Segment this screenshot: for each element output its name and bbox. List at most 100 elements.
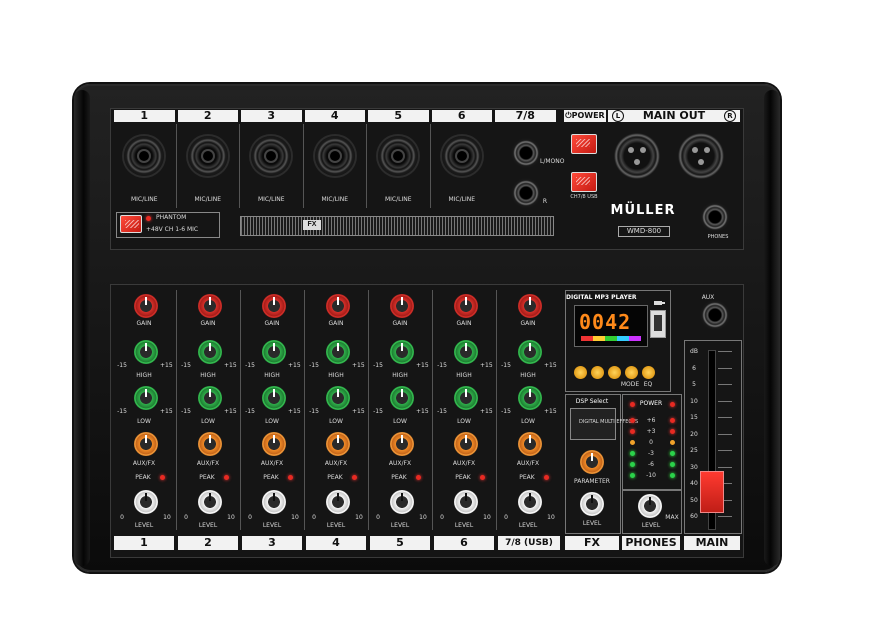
low-eq-knob-7[interactable] <box>518 386 542 410</box>
high-eq-knob-2[interactable] <box>198 340 222 364</box>
phantom-power-switch[interactable] <box>120 215 142 233</box>
low-eq-knob-6[interactable] <box>454 386 478 410</box>
gain-knob-6[interactable] <box>454 294 478 318</box>
level-knob-1[interactable] <box>134 490 158 514</box>
combo-input-jack-2[interactable] <box>187 136 228 176</box>
mp3-next-button[interactable] <box>608 366 621 379</box>
aux-fx-knob-4[interactable] <box>326 432 350 456</box>
aux-fx-knob-5[interactable] <box>390 432 414 456</box>
jack-socket-icon <box>393 151 403 161</box>
aux-fx-knob-3[interactable] <box>262 432 286 456</box>
mp3-mode-label: MODE <box>620 381 640 388</box>
aux-fx-knob-7[interactable] <box>518 432 542 456</box>
phones-level-knob[interactable] <box>638 494 662 518</box>
strip-divider <box>176 290 177 530</box>
eq-min-label: -15 <box>373 408 383 415</box>
line-in-r-jack[interactable] <box>511 178 541 208</box>
high-label: HIGH <box>456 372 472 379</box>
high-label: HIGH <box>264 372 280 379</box>
mp3-mode-button[interactable] <box>625 366 638 379</box>
level-knob-2[interactable] <box>198 490 222 514</box>
peak-label: PEAK <box>135 474 151 481</box>
aux-input-jack[interactable] <box>700 300 730 330</box>
gain-knob-3[interactable] <box>262 294 286 318</box>
dsp-parameter-label: PARAMETER <box>574 478 610 485</box>
level-knob-4[interactable] <box>326 490 350 514</box>
combo-input-jack-6[interactable] <box>441 136 482 176</box>
fader-tick <box>718 466 732 468</box>
mic-line-label-6: MIC/LINE <box>448 196 476 203</box>
main-out-r-xlr[interactable] <box>678 133 724 179</box>
meter-led-left <box>630 429 635 434</box>
high-eq-knob-6[interactable] <box>454 340 478 364</box>
usb-port[interactable] <box>650 310 666 338</box>
eq-max-label: +15 <box>288 362 301 369</box>
low-eq-knob-2[interactable] <box>198 386 222 410</box>
combo-input-jack-1[interactable] <box>124 136 164 176</box>
level-knob-7[interactable] <box>518 490 542 514</box>
high-eq-knob-7[interactable] <box>518 340 542 364</box>
eq-max-label: +15 <box>352 362 365 369</box>
dsp-parameter-knob[interactable] <box>580 450 604 474</box>
combo-input-jack-4[interactable] <box>314 136 355 176</box>
power-switch[interactable] <box>571 134 597 154</box>
level-knob-3[interactable] <box>262 490 286 514</box>
eq-max-label: +15 <box>544 408 557 415</box>
fx-level-knob[interactable] <box>580 492 604 516</box>
meter-led-left <box>630 462 635 467</box>
low-eq-knob-3[interactable] <box>262 386 286 410</box>
level-label: LEVEL <box>454 522 474 529</box>
eq-max-label: +15 <box>416 408 429 415</box>
eq-max-label: +15 <box>352 408 365 415</box>
dsp-selector[interactable]: DIGITAL MULTI EFFECTS <box>570 408 638 440</box>
mp3-prev-button[interactable] <box>574 366 587 379</box>
level-knob-6[interactable] <box>454 490 478 514</box>
gain-knob-5[interactable] <box>390 294 414 318</box>
bottom-label-3: 3 <box>242 536 302 550</box>
high-eq-knob-4[interactable] <box>326 340 350 364</box>
low-label: LOW <box>329 418 343 425</box>
eq-min-label: -15 <box>181 408 191 415</box>
meter-level-label: +3 <box>646 428 656 435</box>
gain-knob-7[interactable] <box>518 294 542 318</box>
aux-fx-knob-2[interactable] <box>198 432 222 456</box>
jack-socket-icon <box>202 151 213 161</box>
line-in-l-mono-jack[interactable] <box>511 138 541 168</box>
level-min-label: 0 <box>184 514 188 521</box>
phones-jack[interactable] <box>700 202 730 232</box>
mp3-eq-button[interactable] <box>642 366 655 379</box>
eq-max-label: +15 <box>288 408 301 415</box>
eq-min-label: -15 <box>117 408 127 415</box>
low-eq-knob-1[interactable] <box>134 386 158 410</box>
high-eq-knob-1[interactable] <box>134 340 158 364</box>
meter-level-label: 0 <box>649 439 653 446</box>
main-out-l-xlr[interactable] <box>614 133 660 179</box>
combo-input-jack-3[interactable] <box>251 136 291 176</box>
channel-header-6: 6 <box>431 110 492 122</box>
fader-tick <box>718 351 732 352</box>
gain-knob-1[interactable] <box>134 294 158 318</box>
combo-input-jack-5[interactable] <box>378 136 418 176</box>
ch78-usb-switch[interactable] <box>571 172 597 192</box>
phantom-led <box>146 216 151 221</box>
fader-scale-label: 60 <box>690 513 698 520</box>
meter-level-label: -3 <box>648 450 654 457</box>
high-eq-knob-5[interactable] <box>390 340 414 364</box>
level-min-label: 0 <box>120 514 124 521</box>
high-eq-knob-3[interactable] <box>262 340 286 364</box>
mp3-eq-label: EQ <box>643 381 653 388</box>
low-eq-knob-5[interactable] <box>390 386 414 410</box>
gain-knob-2[interactable] <box>198 294 222 318</box>
main-fader-cap[interactable] <box>700 471 724 514</box>
aux-fx-knob-6[interactable] <box>454 432 478 456</box>
mp3-play-button[interactable] <box>591 366 604 379</box>
eq-min-label: -15 <box>181 362 191 369</box>
high-label: HIGH <box>392 372 408 379</box>
aux-fx-label: AUX/FX <box>132 460 156 467</box>
gain-knob-4[interactable] <box>326 294 350 318</box>
low-eq-knob-4[interactable] <box>326 386 350 410</box>
aux-fx-label: AUX/FX <box>196 460 220 467</box>
level-knob-5[interactable] <box>390 490 414 514</box>
aux-fx-knob-1[interactable] <box>134 432 158 456</box>
level-label: LEVEL <box>198 522 218 529</box>
